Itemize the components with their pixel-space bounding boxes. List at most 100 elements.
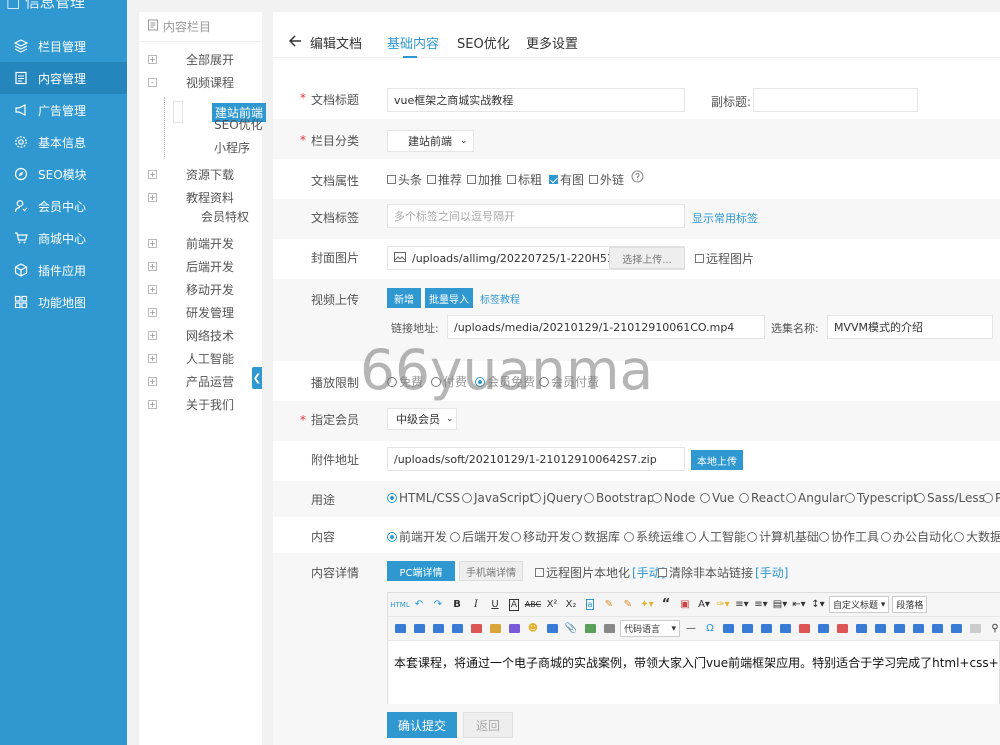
file-icon[interactable] <box>544 621 560 637</box>
radio[interactable] <box>539 376 549 387</box>
show-common-tags-link[interactable]: 显示常用标签 <box>692 210 758 226</box>
magic-icon[interactable]: ✦▾ <box>639 597 655 613</box>
attr-image-checkbox[interactable]: 有图 <box>549 171 584 188</box>
tab-basic-content[interactable]: 基础内容 <box>387 33 439 52</box>
paste-plain-icon[interactable]: ▣ <box>677 597 693 613</box>
content-option[interactable]: 前端开发 <box>387 528 447 545</box>
align-left-icon[interactable] <box>392 621 408 637</box>
expand-toggle[interactable]: + <box>148 239 157 248</box>
code-language-select[interactable]: 代码语言 ▾ <box>620 620 680 637</box>
category-select[interactable]: 建站前端 ⌄ <box>387 130 474 152</box>
checkbox-checked[interactable] <box>549 175 558 184</box>
unordered-list-icon[interactable]: ≡▾ <box>753 597 769 613</box>
align-center-icon[interactable] <box>411 621 427 637</box>
print-icon[interactable] <box>968 621 984 637</box>
help-icon[interactable] <box>631 170 644 186</box>
attr-bold-checkbox[interactable]: 标粗 <box>507 171 542 188</box>
radio[interactable] <box>786 493 796 503</box>
tree-node[interactable]: + 关于我们 <box>148 398 234 412</box>
radio[interactable] <box>700 493 710 503</box>
local-upload-button[interactable]: 本地上传 <box>691 450 743 470</box>
use-option[interactable]: Bootstrap <box>584 491 654 505</box>
radio[interactable] <box>531 493 541 503</box>
attr-push-checkbox[interactable]: 加推 <box>467 171 502 188</box>
radio[interactable] <box>584 493 594 503</box>
radio[interactable] <box>881 531 891 542</box>
sidebar-item-function-map[interactable]: 功能地图 <box>0 286 127 318</box>
manual-link[interactable]: [手动] <box>755 564 788 581</box>
tab-pc-detail[interactable]: PC端详情 <box>387 561 455 581</box>
expand-toggle[interactable]: + <box>148 400 157 409</box>
use-option[interactable]: P <box>983 491 1000 505</box>
split-cols-icon[interactable] <box>949 621 965 637</box>
checkbox[interactable] <box>589 175 598 184</box>
radio[interactable] <box>462 493 472 503</box>
radio-checked[interactable] <box>387 531 397 542</box>
format-match-icon[interactable]: a <box>582 597 598 613</box>
radio[interactable] <box>686 531 696 542</box>
play-member-free-radio[interactable]: 会员免费 <box>475 373 535 390</box>
use-option[interactable]: Vue <box>700 491 734 505</box>
multi-image-icon[interactable] <box>487 621 503 637</box>
sidebar-item-content[interactable]: 内容管理 <box>0 62 127 94</box>
image-insert-icon[interactable] <box>468 621 484 637</box>
split-rows-icon[interactable] <box>930 621 946 637</box>
sidebar-item-basic-info[interactable]: 基本信息 <box>0 126 127 158</box>
use-option[interactable]: Typescript <box>845 491 918 505</box>
blockquote-icon[interactable]: “ <box>658 597 674 613</box>
expand-toggle[interactable]: + <box>148 170 157 179</box>
align-icon[interactable]: ▤▾ <box>772 597 788 613</box>
tag-tutorial-link[interactable]: 标签教程 <box>480 291 520 306</box>
use-option[interactable]: Node <box>652 491 695 505</box>
table-insert-col-icon[interactable] <box>816 621 832 637</box>
content-option[interactable]: 人工智能 <box>686 528 746 545</box>
tree-node[interactable]: + 产品运营 <box>148 375 234 389</box>
checkbox[interactable] <box>658 568 667 577</box>
content-option[interactable]: 协作工具 <box>819 528 879 545</box>
play-paid-radio[interactable]: 付费 <box>431 373 467 390</box>
expand-toggle[interactable]: + <box>148 331 157 340</box>
justify-icon[interactable] <box>449 621 465 637</box>
radio[interactable] <box>915 493 925 503</box>
content-option[interactable]: 数据库 <box>572 528 620 545</box>
expand-toggle[interactable]: + <box>148 377 157 386</box>
checkbox[interactable] <box>507 175 516 184</box>
remote-image-checkbox[interactable]: 远程图片 <box>695 250 754 267</box>
checkbox[interactable] <box>387 175 396 184</box>
attr-recommend-checkbox[interactable]: 推荐 <box>427 171 462 188</box>
expand-toggle[interactable]: + <box>148 55 157 64</box>
tab-seo[interactable]: SEO优化 <box>457 33 510 52</box>
radio[interactable] <box>387 376 397 387</box>
table-insert-row-icon[interactable] <box>778 621 794 637</box>
collapse-panel-button[interactable]: ❮ <box>252 367 262 389</box>
back-link[interactable]: 编辑文档 <box>288 33 362 52</box>
sidebar-item-category[interactable]: 栏目管理 <box>0 30 127 62</box>
tree-node[interactable]: + 前端开发 <box>148 237 234 251</box>
table-delete-row-icon[interactable] <box>797 621 813 637</box>
use-option[interactable]: JavaScript <box>462 491 534 505</box>
checkbox[interactable] <box>535 568 544 577</box>
attachment-input[interactable]: /uploads/soft/20210129/1-210129100642S7.… <box>387 447 685 471</box>
line-height-icon[interactable]: ↕▾ <box>810 597 826 613</box>
radio[interactable] <box>511 531 521 542</box>
expand-toggle[interactable]: + <box>148 262 157 271</box>
rich-text-editor[interactable]: HTML ↶ ↷ B I U A ABC X² X₂ a ✎ ✎ ✦▾ “ ▣ … <box>387 592 1000 722</box>
use-option[interactable]: jQuery <box>531 491 583 505</box>
use-option[interactable]: React <box>739 491 785 505</box>
add-video-button[interactable]: 新增 <box>387 288 421 308</box>
batch-import-button[interactable]: 批量导入 <box>425 288 473 308</box>
video-icon[interactable] <box>506 621 522 637</box>
choose-upload-button[interactable]: 选择上传... <box>609 247 685 269</box>
radio[interactable] <box>983 493 993 503</box>
video-link-input[interactable]: /uploads/media/20210129/1-21012910061CO.… <box>447 315 765 339</box>
tree-node[interactable]: + 后端开发 <box>148 260 234 274</box>
font-color-icon[interactable]: A▾ <box>696 597 712 613</box>
radio[interactable] <box>819 531 829 542</box>
expand-toggle[interactable]: + <box>148 354 157 363</box>
indent-icon[interactable]: ⇤▾ <box>791 597 807 613</box>
special-char-icon[interactable]: Ω <box>702 621 718 637</box>
tree-node[interactable]: + 全部展开 <box>148 53 234 67</box>
search-icon[interactable]: ⚲ <box>987 621 1000 637</box>
sidebar-item-plugins[interactable]: 插件应用 <box>0 254 127 286</box>
radio-checked[interactable] <box>387 493 397 503</box>
